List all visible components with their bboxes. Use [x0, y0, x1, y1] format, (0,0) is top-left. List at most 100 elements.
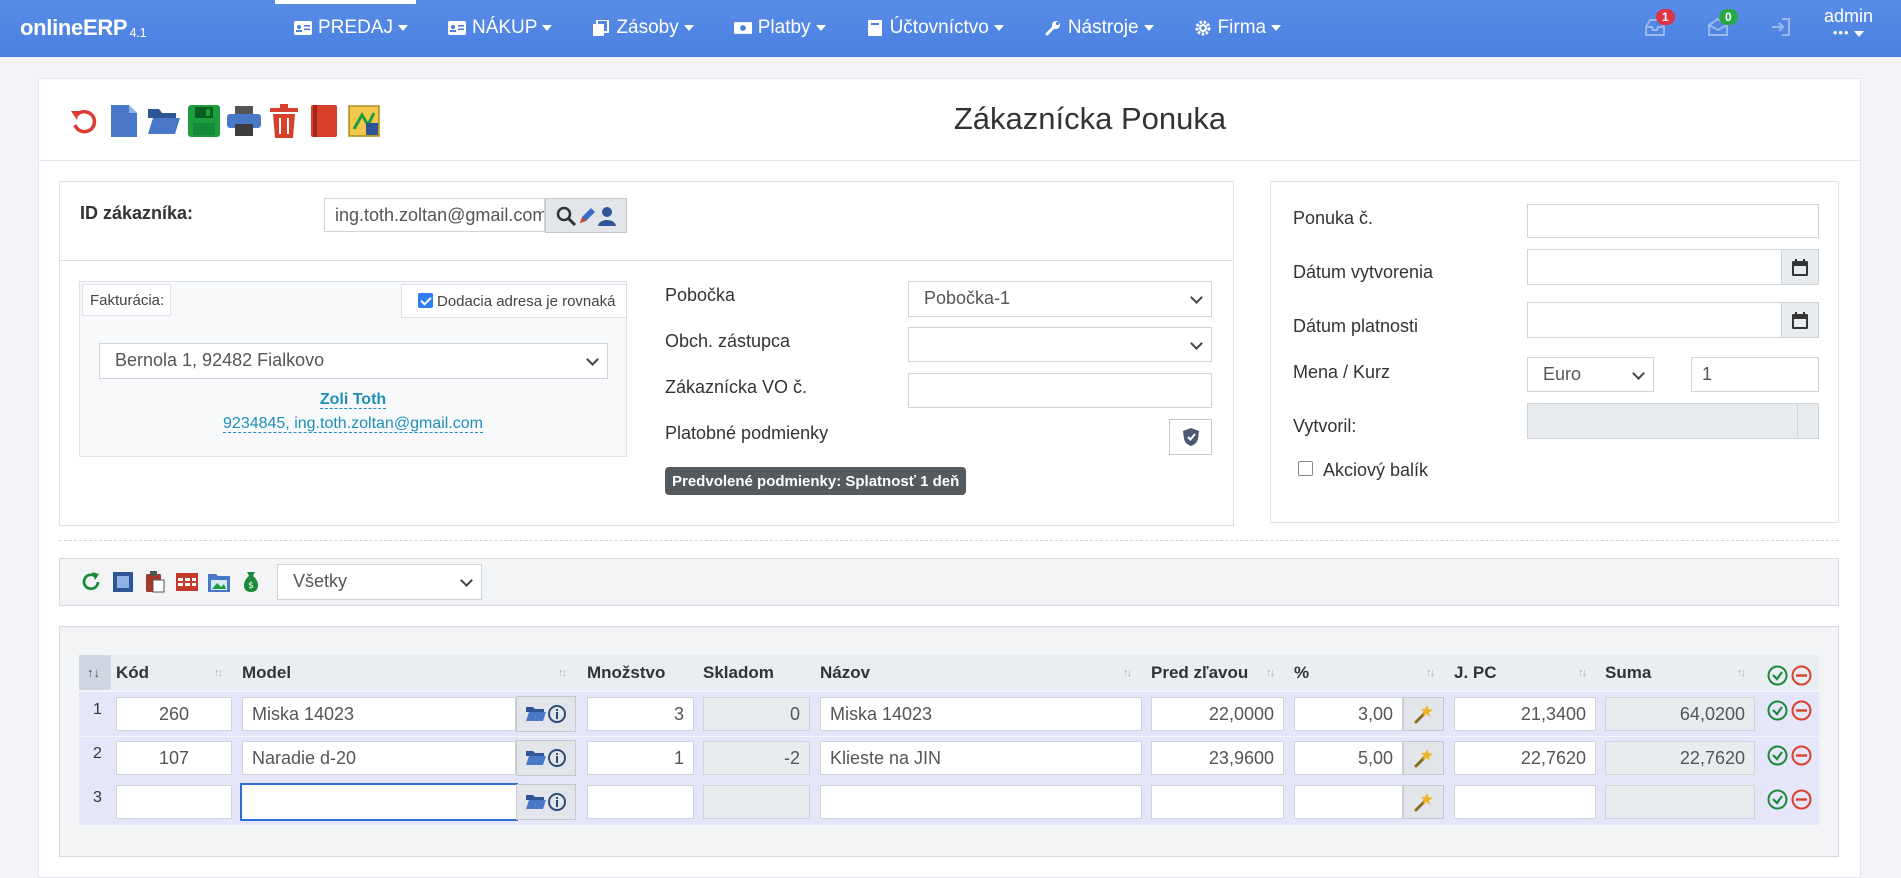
remove-row-icon[interactable]	[1791, 745, 1812, 766]
name-cell[interactable]	[820, 785, 1142, 819]
messages-button[interactable]: 0	[1705, 9, 1738, 50]
user-menu[interactable]: admin •••	[1824, 6, 1873, 40]
contact-info-link[interactable]: 9234845, ing.toth.zoltan@gmail.com	[79, 415, 627, 433]
same-address-toggle[interactable]: Dodacia adresa je rovnaká	[401, 284, 627, 318]
book-button[interactable]	[304, 101, 344, 141]
model-lookup-button[interactable]	[516, 696, 576, 732]
discount-wand-button[interactable]	[1403, 785, 1444, 819]
table-view-button[interactable]	[175, 570, 199, 594]
column-header-percent[interactable]: %	[1294, 655, 1309, 690]
quantity-cell[interactable]: 3	[587, 697, 694, 731]
quantity-cell[interactable]: 1	[587, 741, 694, 775]
price-before-discount-cell[interactable]: 23,9600	[1151, 741, 1284, 775]
branch-select[interactable]: Pobočka-1	[908, 281, 1212, 317]
offer-number-input[interactable]	[1527, 204, 1819, 238]
sort-icon[interactable]: ↑↓	[1123, 667, 1132, 679]
discount-wand-button[interactable]	[1403, 741, 1444, 775]
nav-item-nakup[interactable]: NÁKUP	[447, 17, 553, 39]
column-header-suma[interactable]: Suma	[1605, 655, 1651, 690]
discount-wand-button[interactable]	[1403, 697, 1444, 731]
bundle-checkbox[interactable]	[1298, 461, 1313, 476]
sales-rep-select[interactable]	[908, 327, 1212, 362]
name-cell[interactable]: Klieste na JIN	[820, 741, 1142, 775]
billing-address-select[interactable]: Bernola 1, 92482 Fialkovo	[99, 343, 608, 379]
model-cell[interactable]: Naradie d-20	[242, 741, 516, 775]
nav-item-nastroje[interactable]: Nástroje	[1044, 17, 1154, 39]
logout-button[interactable]	[1768, 10, 1792, 50]
nav-item-firma[interactable]: Firma	[1194, 17, 1282, 39]
select-all-button[interactable]	[111, 570, 135, 594]
sort-icon[interactable]: ↑↓	[1737, 667, 1746, 679]
column-header-skladom[interactable]: Skladom	[703, 655, 774, 690]
add-row-icon[interactable]	[1767, 665, 1788, 686]
row-number-header[interactable]: ↑↓	[79, 655, 111, 690]
sort-icon[interactable]: ↑↓	[558, 667, 567, 679]
remove-row-icon[interactable]	[1791, 789, 1812, 810]
nav-item-predaj[interactable]: PREDAJ	[294, 17, 408, 39]
save-button[interactable]	[184, 101, 224, 141]
sort-icon[interactable]: ↑↓	[1426, 667, 1435, 679]
new-button[interactable]	[104, 101, 144, 141]
column-header-mnozstvo[interactable]: Množstvo	[587, 655, 665, 690]
notifications-button[interactable]: 1	[1642, 9, 1675, 50]
price-before-discount-cell[interactable]	[1151, 785, 1284, 819]
quantity-cell[interactable]	[587, 785, 694, 819]
name-cell[interactable]: Miska 14023	[820, 697, 1142, 731]
remove-row-icon[interactable]	[1791, 665, 1812, 686]
billing-tab[interactable]: Fakturácia:	[82, 284, 171, 316]
valid-date-picker[interactable]	[1781, 302, 1819, 338]
created-date-picker[interactable]	[1781, 249, 1819, 285]
discount-percent-cell[interactable]: 5,00	[1294, 741, 1403, 775]
nav-item-zasoby[interactable]: Zásoby	[592, 17, 694, 39]
kod-cell[interactable]: 260	[116, 697, 232, 731]
customer-id-input[interactable]: ing.toth.zoltan@gmail.com	[324, 198, 545, 232]
sort-icon[interactable]: ↑↓	[1578, 667, 1587, 679]
model-lookup-button[interactable]	[516, 784, 576, 820]
column-header-nazov[interactable]: Názov	[820, 655, 870, 690]
price-before-discount-cell[interactable]: 22,0000	[1151, 697, 1284, 731]
print-button[interactable]	[224, 101, 264, 141]
model-cell[interactable]	[240, 783, 518, 821]
kod-cell[interactable]: 107	[116, 741, 232, 775]
model-lookup-button[interactable]	[516, 740, 576, 776]
undo-button[interactable]	[64, 101, 104, 141]
paste-button[interactable]	[143, 570, 167, 594]
contact-name-link[interactable]: Zoli Toth	[79, 391, 627, 409]
add-row-icon[interactable]	[1767, 789, 1788, 810]
customer-order-input[interactable]	[908, 373, 1212, 408]
column-header-model[interactable]: Model	[242, 655, 291, 690]
money-bag-button[interactable]: $	[239, 570, 263, 594]
unit-price-cell[interactable]: 22,7620	[1454, 741, 1596, 775]
column-header-kod[interactable]: Kód	[116, 655, 149, 690]
same-address-checkbox[interactable]	[418, 293, 433, 308]
column-header-jpc[interactable]: J. PC	[1454, 655, 1497, 690]
discount-percent-cell[interactable]: 3,00	[1294, 697, 1403, 731]
sort-icon[interactable]: ↑↓	[214, 667, 223, 679]
exchange-rate-input[interactable]: 1	[1691, 357, 1819, 392]
discount-percent-cell[interactable]	[1294, 785, 1403, 819]
user-menu-toggle[interactable]: •••	[1824, 25, 1873, 40]
unit-price-cell[interactable]: 21,3400	[1454, 697, 1596, 731]
remove-row-icon[interactable]	[1791, 700, 1812, 721]
column-header-pred-zlavou[interactable]: Pred zľavou	[1151, 655, 1248, 690]
created-date-input[interactable]	[1527, 249, 1782, 285]
delete-button[interactable]	[264, 101, 304, 141]
valid-date-input[interactable]	[1527, 302, 1782, 338]
image-folder-button[interactable]	[207, 570, 231, 594]
add-row-icon[interactable]	[1767, 745, 1788, 766]
customer-lookup-button[interactable]	[545, 198, 627, 233]
app-brand[interactable]: onlineERP 4.1	[20, 15, 147, 41]
open-button[interactable]	[144, 101, 184, 141]
lines-filter-select[interactable]: Všetky	[277, 564, 482, 600]
nav-item-platby[interactable]: Platby	[733, 17, 826, 39]
add-row-icon[interactable]	[1767, 700, 1788, 721]
unit-price-cell[interactable]	[1454, 785, 1596, 819]
sort-icon[interactable]: ↑↓	[1266, 667, 1275, 679]
currency-select[interactable]: Euro	[1527, 357, 1654, 392]
kod-cell[interactable]	[116, 785, 232, 819]
payment-terms-button[interactable]	[1169, 419, 1212, 455]
model-cell[interactable]: Miska 14023	[242, 697, 516, 731]
nav-item-uctovnictvo[interactable]: Účtovníctvo	[866, 17, 1004, 39]
export-button[interactable]	[344, 101, 384, 141]
refresh-button[interactable]	[79, 570, 103, 594]
